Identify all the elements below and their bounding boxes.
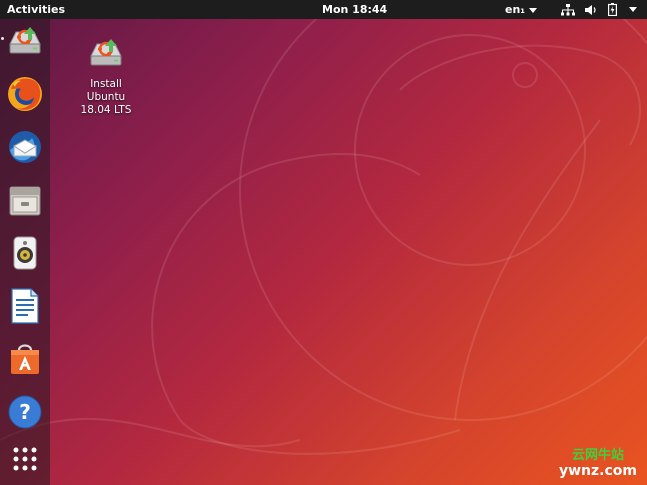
firefox-icon <box>6 75 44 117</box>
top-bar: Activities Mon 18:44 en₁ <box>0 0 647 19</box>
input-language-label: en₁ <box>505 3 526 16</box>
dock-item-installer[interactable] <box>4 22 46 64</box>
dock-item-rhythmbox[interactable] <box>4 234 46 276</box>
activities-button[interactable]: Activities <box>7 0 65 19</box>
running-indicator <box>1 37 4 40</box>
help-icon: ? <box>6 393 44 435</box>
rhythmbox-icon <box>6 234 44 276</box>
label-line-2: Ubuntu <box>86 91 126 103</box>
watermark: 云网牛站 ywnz.com <box>559 448 637 479</box>
ubiquity-installer-icon <box>86 39 126 76</box>
thunderbird-icon <box>6 128 44 170</box>
desktop-icon-label: Install Ubuntu 18.04 LTS <box>70 78 142 117</box>
dock: ? <box>0 19 50 485</box>
desktop-icon-install-ubuntu[interactable]: Install Ubuntu 18.04 LTS <box>70 34 142 117</box>
volume-icon[interactable] <box>584 0 598 19</box>
dock-item-software[interactable] <box>4 340 46 382</box>
writer-icon <box>6 287 44 329</box>
chevron-down-icon <box>529 8 538 13</box>
dock-item-firefox[interactable] <box>4 75 46 117</box>
software-center-icon <box>6 340 44 382</box>
svg-text:?: ? <box>19 400 31 424</box>
label-line-3: 18.04 LTS <box>80 104 132 116</box>
dock-item-help[interactable]: ? <box>4 393 46 435</box>
app-grid-icon <box>10 444 40 478</box>
watermark-chinese-text: 云网牛站 <box>571 448 624 463</box>
system-menu-caret-icon[interactable] <box>629 0 637 19</box>
clock-button[interactable]: Mon 18:44 <box>322 0 387 19</box>
watermark-site-text: ywnz.com <box>559 463 637 479</box>
network-wired-icon[interactable] <box>561 0 575 19</box>
dock-item-thunderbird[interactable] <box>4 128 46 170</box>
input-language-menu[interactable]: en₁ <box>505 0 538 19</box>
label-line-1: Install <box>90 78 122 90</box>
show-applications-button[interactable] <box>4 440 46 482</box>
files-icon <box>6 181 44 223</box>
dock-item-writer[interactable] <box>4 287 46 329</box>
battery-icon[interactable] <box>608 0 617 19</box>
dock-item-files[interactable] <box>4 181 46 223</box>
ubiquity-installer-icon <box>6 22 44 64</box>
